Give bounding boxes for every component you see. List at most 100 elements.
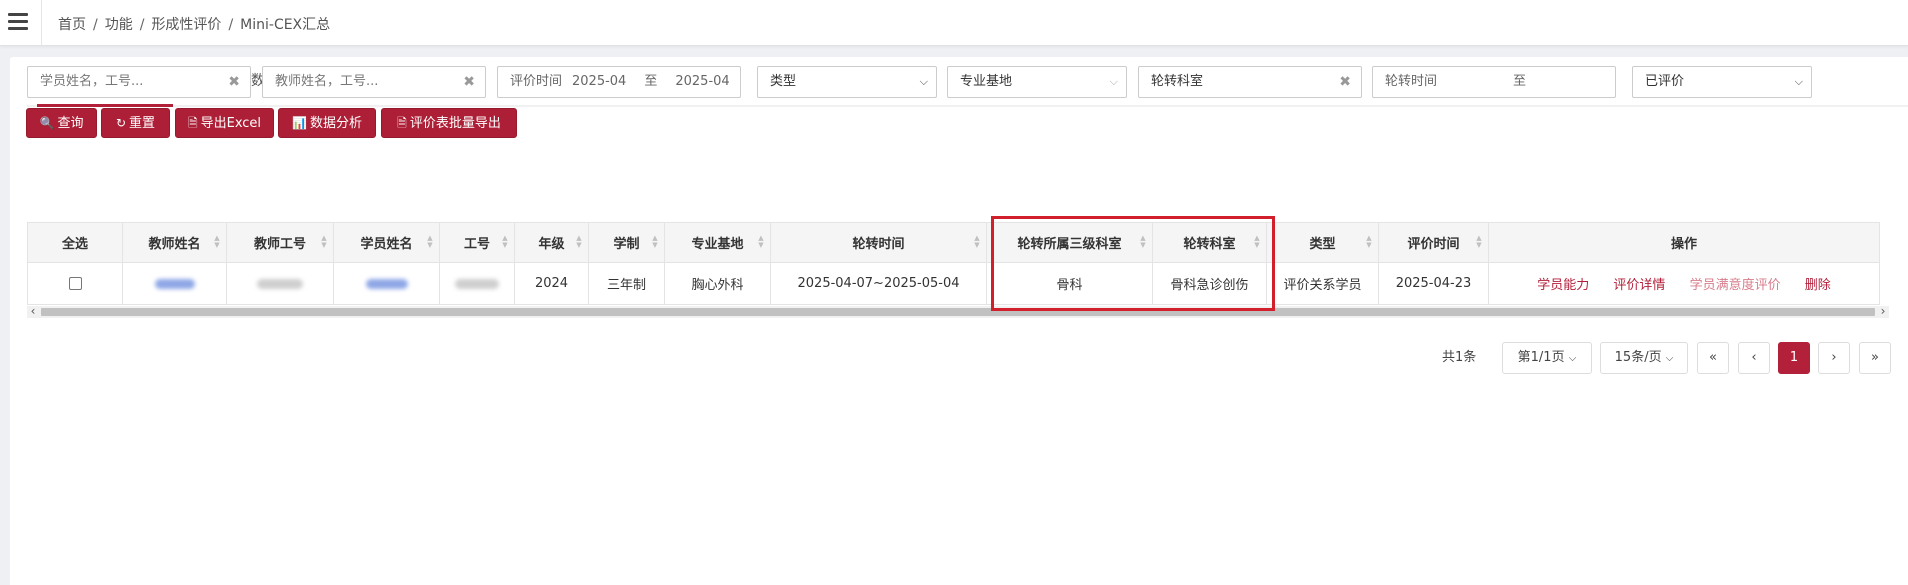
sort-icon: ▲ ▼ — [1476, 234, 1482, 249]
sort-icon: ▲ ▼ — [214, 234, 220, 249]
chevron-down-icon: ⌵ — [1568, 353, 1577, 364]
base-select-value: 专业基地 — [960, 74, 1013, 89]
cell-system: 三年制 — [588, 262, 665, 305]
col-eval-time[interactable]: 评价时间 ▲ ▼ — [1378, 222, 1489, 263]
col-teacher-id[interactable]: 教师工号 ▲ ▼ — [226, 222, 334, 263]
file-pdf-icon: 🗎 — [397, 116, 407, 130]
prev-page-icon[interactable]: ‹ — [1738, 342, 1770, 374]
page-size-dropdown[interactable]: 15条/页 ⌵ — [1600, 342, 1688, 374]
batch-export-button[interactable]: 🗎 评价表批量导出 — [381, 108, 517, 138]
breadcrumb-formative-evaluation[interactable]: 形成性评价 — [151, 17, 221, 33]
redacted-student-id — [455, 278, 499, 289]
reset-button[interactable]: ↻ 重置 — [101, 108, 170, 138]
type-select-value: 类型 — [770, 74, 797, 89]
search-icon: 🔍 — [39, 116, 55, 130]
clear-icon[interactable]: ✖ — [463, 67, 475, 97]
teacher-search-field[interactable]: ✖ — [262, 66, 486, 98]
next-page-icon[interactable]: › — [1818, 342, 1850, 374]
col-select-all[interactable]: 全选 — [27, 222, 123, 263]
delete-link[interactable]: 删除 — [1805, 278, 1831, 293]
cell-student-name — [333, 262, 440, 305]
data-table-container: 全选 教师姓名 ▲ ▼ 教师工号 ▲ ▼ 学员姓名 ▲ ▼ 工号 ▲ ▼ 年级 ▲ ▼ 学制 ▲ ▼ 专… — [27, 222, 1889, 322]
type-select[interactable]: 类型 ⌵ — [757, 66, 937, 98]
eval-time-label: 评价时间 — [510, 74, 563, 89]
cell-eval-time: 2025-04-23 — [1378, 262, 1489, 305]
col-system[interactable]: 学制 ▲ ▼ — [588, 222, 665, 263]
cell-student-id — [439, 262, 515, 305]
chevron-down-icon: ⌵ — [1665, 353, 1674, 364]
teacher-search-input[interactable] — [275, 67, 445, 97]
hamburger-menu-icon[interactable] — [8, 13, 28, 31]
sort-icon: ▲ ▼ — [502, 234, 508, 249]
horizontal-scrollbar[interactable]: ‹ › — [27, 304, 1889, 318]
breadcrumb-function[interactable]: 功能 — [105, 17, 133, 33]
col-type[interactable]: 类型 ▲ ▼ — [1266, 222, 1379, 263]
breadcrumb-current: Mini-CEX汇总 — [240, 17, 331, 33]
sort-icon: ▲ ▼ — [1366, 234, 1372, 249]
breadcrumb: 首页 / 功能 / 形成性评价 / Mini-CEX汇总 — [58, 17, 331, 33]
rotation-time-label: 轮转时间 — [1385, 74, 1438, 89]
scrollbar-thumb[interactable] — [41, 308, 1875, 316]
redacted-student-name — [365, 278, 408, 289]
cell-type: 评价关系学员 — [1266, 262, 1379, 305]
table-row: 2024 三年制 胸心外科 2025-04-07~2025-05-04 骨科 骨… — [27, 262, 1880, 305]
student-search-field[interactable]: ✖ — [27, 66, 251, 98]
export-excel-button[interactable]: 🗎 导出Excel — [175, 108, 274, 138]
status-select-value: 已评价 — [1645, 74, 1685, 89]
status-select[interactable]: 已评价 ⌵ — [1632, 66, 1812, 98]
dept-field-value: 轮转科室 — [1151, 74, 1204, 89]
data-analysis-button[interactable]: 📊 数据分析 — [278, 108, 376, 138]
total-count: 共1条 — [1442, 350, 1477, 365]
sort-icon: ▲ ▼ — [974, 234, 980, 249]
table-header-row: 全选 教师姓名 ▲ ▼ 教师工号 ▲ ▼ 学员姓名 ▲ ▼ 工号 ▲ ▼ 年级 ▲ ▼ 学制 ▲ ▼ 专… — [27, 222, 1880, 263]
first-page-icon[interactable]: « — [1697, 342, 1729, 374]
highlight-box — [991, 216, 1275, 311]
eval-time-range[interactable]: 评价时间 2025-04 至 2025-04 — [497, 66, 741, 98]
col-student-id[interactable]: 工号 ▲ ▼ — [439, 222, 515, 263]
base-select[interactable]: 专业基地 ⌵ — [947, 66, 1127, 98]
col-base[interactable]: 专业基地 ▲ ▼ — [664, 222, 771, 263]
row-checkbox[interactable] — [68, 277, 82, 290]
sort-icon: ▲ ▼ — [758, 234, 764, 249]
student-search-input[interactable] — [40, 67, 210, 97]
satisfaction-eval-link[interactable]: 学员满意度评价 — [1690, 278, 1781, 293]
page-number-current[interactable]: 1 — [1778, 342, 1810, 374]
breadcrumb-home[interactable]: 首页 — [58, 17, 86, 33]
scroll-left-icon[interactable]: ‹ — [27, 304, 39, 318]
clear-icon[interactable]: ✖ — [1339, 67, 1351, 97]
row-checkbox-cell — [27, 262, 123, 305]
redacted-teacher-id — [257, 278, 303, 289]
chevron-down-icon: ⌵ — [1794, 75, 1803, 88]
range-separator: 至 — [644, 74, 658, 89]
cell-rotation-time: 2025-04-07~2025-05-04 — [770, 262, 987, 305]
refresh-icon: ↻ — [115, 116, 127, 130]
redacted-teacher-name — [154, 278, 195, 289]
clear-icon[interactable]: ✖ — [228, 67, 240, 97]
rotation-time-range[interactable]: 轮转时间 至 — [1372, 66, 1616, 98]
eval-time-from[interactable]: 2025-04 — [572, 74, 626, 89]
scroll-right-icon[interactable]: › — [1877, 304, 1889, 318]
col-teacher-name[interactable]: 教师姓名 ▲ ▼ — [122, 222, 227, 263]
cell-actions: 学员能力 评价详情 学员满意度评价 删除 — [1488, 262, 1880, 305]
sort-icon: ▲ ▼ — [652, 234, 658, 249]
sort-icon: ▲ ▼ — [576, 234, 582, 249]
file-excel-icon: 🗎 — [187, 116, 198, 130]
sort-icon: ▲ ▼ — [321, 234, 327, 249]
eval-time-to[interactable]: 2025-04 — [675, 74, 729, 89]
eval-detail-link[interactable]: 评价详情 — [1613, 278, 1665, 293]
page-indicator-dropdown[interactable]: 第1/1页 ⌵ — [1502, 342, 1592, 374]
cell-teacher-name — [122, 262, 227, 305]
col-rotation-time[interactable]: 轮转时间 ▲ ▼ — [770, 222, 987, 263]
sort-icon: ▲ ▼ — [427, 234, 433, 249]
topbar-divider — [41, 0, 42, 46]
query-button[interactable]: 🔍 查询 — [26, 108, 97, 138]
chevron-down-icon: ⌵ — [919, 75, 928, 88]
col-student-name[interactable]: 学员姓名 ▲ ▼ — [333, 222, 440, 263]
cell-teacher-id — [226, 262, 334, 305]
bar-chart-icon: 📊 — [292, 116, 307, 130]
col-grade[interactable]: 年级 ▲ ▼ — [514, 222, 589, 263]
last-page-icon[interactable]: » — [1859, 342, 1891, 374]
col-actions: 操作 — [1488, 222, 1880, 263]
dept-field[interactable]: 轮转科室 ✖ — [1138, 66, 1362, 98]
student-ability-link[interactable]: 学员能力 — [1537, 278, 1589, 293]
